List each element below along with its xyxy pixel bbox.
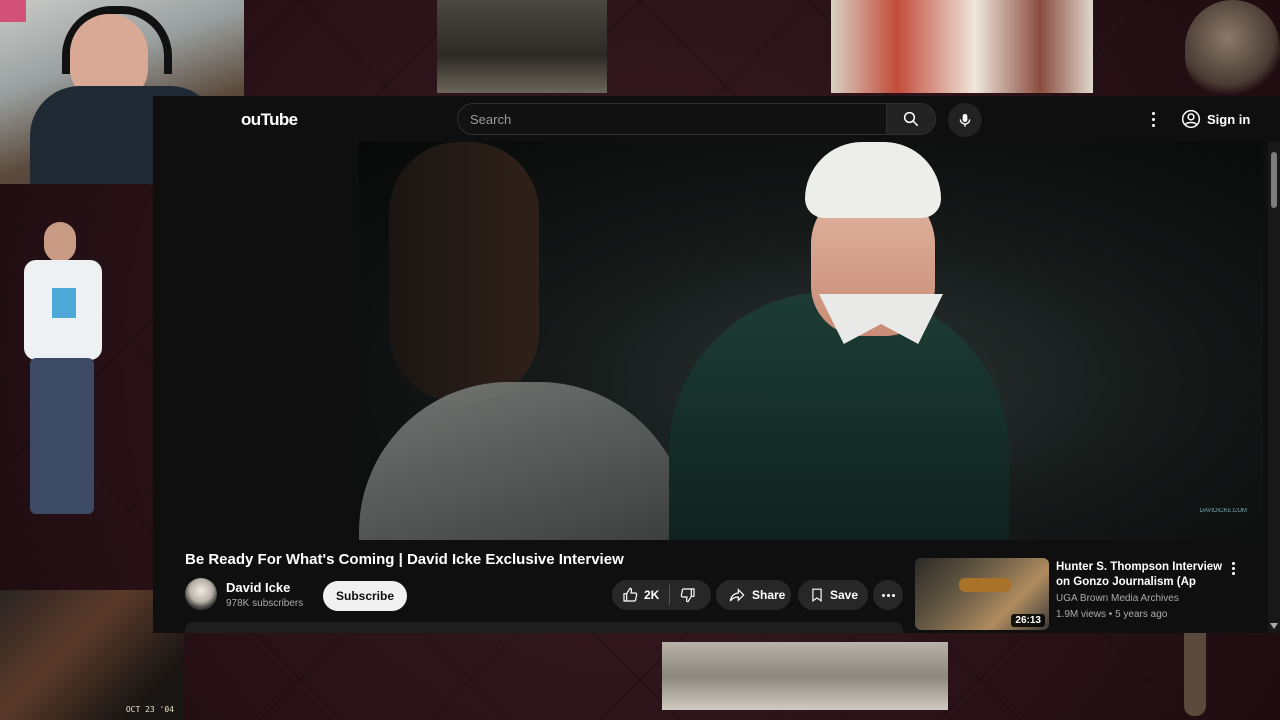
recommended-menu-button[interactable] bbox=[1227, 560, 1239, 576]
share-label: Share bbox=[752, 588, 786, 602]
description-box[interactable] bbox=[185, 622, 903, 633]
overlay-photo-ruins bbox=[662, 642, 948, 710]
like-count: 2K bbox=[644, 588, 660, 602]
video-watermark: DAVIDICKE.COM bbox=[1199, 508, 1247, 514]
thumb-up-icon bbox=[623, 587, 638, 602]
search-icon bbox=[903, 111, 919, 127]
save-label: Save bbox=[830, 588, 859, 602]
like-dislike-group: 2K bbox=[612, 580, 711, 610]
photo-date-stamp: OCT 23 '04 bbox=[125, 705, 174, 714]
video-title: Be Ready For What's Coming | David Icke … bbox=[185, 551, 624, 568]
overlay-image-cave bbox=[437, 0, 607, 93]
channel-info[interactable]: David Icke 978K subscribers bbox=[185, 578, 303, 610]
channel-name[interactable]: David Icke bbox=[226, 580, 303, 595]
share-button[interactable]: Share bbox=[716, 580, 791, 610]
youtube-window: ouTube Sign in DAVIDICKE.COM Be Ready Fo… bbox=[153, 96, 1280, 633]
save-button[interactable]: Save bbox=[798, 580, 868, 610]
scrollbar-thumb[interactable] bbox=[1271, 152, 1277, 208]
more-vert-icon bbox=[1151, 111, 1155, 115]
sign-in-button[interactable]: Sign in bbox=[1173, 105, 1258, 133]
overlay-image-clown bbox=[831, 0, 1093, 93]
overlay-standing-man bbox=[8, 222, 114, 522]
sign-in-label: Sign in bbox=[1207, 111, 1251, 127]
youtube-topbar: ouTube Sign in bbox=[153, 96, 1280, 142]
channel-avatar[interactable] bbox=[185, 578, 217, 610]
more-actions-button[interactable] bbox=[873, 580, 903, 610]
youtube-logo[interactable]: ouTube bbox=[241, 110, 298, 130]
like-button[interactable]: 2K bbox=[612, 580, 669, 610]
mic-icon bbox=[959, 114, 971, 127]
more-horiz-icon bbox=[881, 593, 895, 597]
overlay-alien-head bbox=[1185, 0, 1280, 95]
video-player[interactable]: DAVIDICKE.COM bbox=[359, 142, 1263, 540]
thumb-down-icon bbox=[681, 588, 695, 603]
search-box bbox=[457, 103, 910, 135]
share-icon bbox=[729, 588, 745, 602]
settings-menu-button[interactable] bbox=[1143, 108, 1163, 130]
recommended-title[interactable]: Hunter S. Thompson Interview on Gonzo Jo… bbox=[1056, 560, 1226, 590]
subscribe-button[interactable]: Subscribe bbox=[323, 581, 408, 611]
dislike-button[interactable] bbox=[670, 580, 706, 610]
recommended-meta: 1.9M views • 5 years ago bbox=[1056, 609, 1168, 620]
search-input[interactable] bbox=[458, 104, 910, 134]
account-circle-icon bbox=[1181, 109, 1201, 129]
subscriber-count: 978K subscribers bbox=[226, 597, 304, 609]
scroll-down-arrow[interactable] bbox=[1270, 623, 1278, 629]
voice-search-button[interactable] bbox=[948, 103, 982, 137]
video-duration: 26:13 bbox=[1011, 614, 1045, 627]
search-button[interactable] bbox=[886, 103, 936, 135]
recommended-video[interactable]: 26:13 Hunter S. Thompson Interview on Go… bbox=[915, 558, 1255, 632]
recommended-thumbnail[interactable]: 26:13 bbox=[915, 558, 1049, 630]
recommended-channel[interactable]: UGA Brown Media Archives bbox=[1056, 593, 1179, 604]
bookmark-icon bbox=[812, 588, 822, 602]
page-scrollbar[interactable] bbox=[1268, 142, 1280, 633]
